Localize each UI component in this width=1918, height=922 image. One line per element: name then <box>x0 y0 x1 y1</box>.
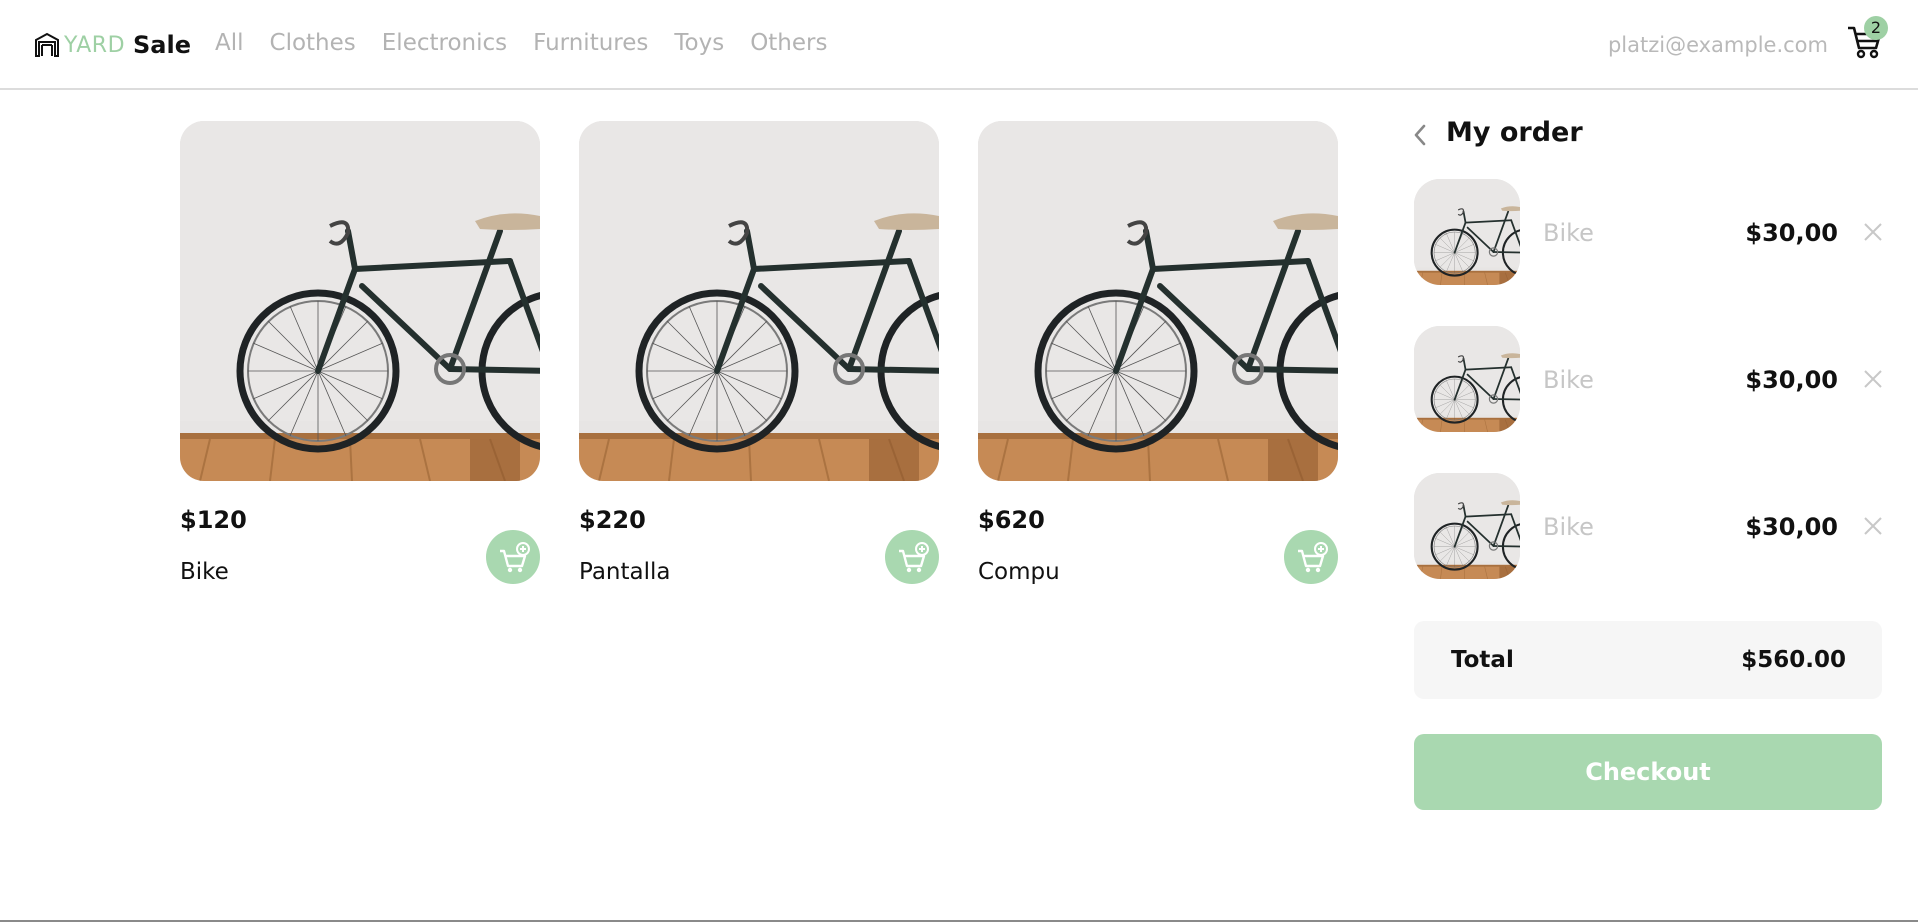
product-price: $120 <box>180 506 247 534</box>
chevron-left-icon[interactable] <box>1410 122 1430 148</box>
order-item: Bike $30,00 <box>1414 473 1884 579</box>
add-to-cart-button[interactable] <box>885 530 939 584</box>
product-card: $120 Bike <box>180 121 540 591</box>
order-item-price: $30,00 <box>1745 219 1838 247</box>
order-item-thumbnail <box>1414 326 1520 432</box>
cart-count-badge: 2 <box>1864 16 1888 40</box>
order-item-price: $30,00 <box>1745 366 1838 394</box>
add-to-cart-button[interactable] <box>486 530 540 584</box>
user-email[interactable]: platzi@example.com <box>1608 33 1828 57</box>
product-price: $620 <box>978 506 1045 534</box>
add-to-cart-button[interactable] <box>1284 530 1338 584</box>
add-to-cart-icon <box>1298 542 1328 573</box>
product-name: Pantalla <box>579 559 671 585</box>
logo[interactable]: YARD Sale <box>34 30 191 60</box>
product-card: $620 Compu <box>978 121 1338 591</box>
nav-link-clothes[interactable]: Clothes <box>270 30 356 56</box>
order-item-thumbnail <box>1414 179 1520 285</box>
nav-link-others[interactable]: Others <box>750 30 827 56</box>
add-to-cart-icon <box>899 542 929 573</box>
category-nav: All Clothes Electronics Furnitures Toys … <box>215 30 853 56</box>
logo-yard-text: YARD <box>64 32 126 58</box>
order-item: Bike $30,00 <box>1414 179 1884 285</box>
close-icon[interactable] <box>1862 515 1884 537</box>
product-card: $220 Pantalla <box>579 121 939 591</box>
nav-link-toys[interactable]: Toys <box>674 30 724 56</box>
garage-icon <box>35 32 59 57</box>
product-image[interactable] <box>180 121 540 481</box>
order-title: My order <box>1446 117 1583 148</box>
order-item-name: Bike <box>1543 513 1594 541</box>
product-price: $220 <box>579 506 646 534</box>
logo-sale-text: Sale <box>133 31 191 59</box>
cart-button[interactable]: 2 <box>1846 16 1888 60</box>
nav-link-electronics[interactable]: Electronics <box>382 30 507 56</box>
nav-link-all[interactable]: All <box>215 30 244 56</box>
order-item: Bike $30,00 <box>1414 326 1884 432</box>
product-name: Compu <box>978 559 1060 585</box>
total-value: $560.00 <box>1741 647 1846 673</box>
product-image[interactable] <box>978 121 1338 481</box>
close-icon[interactable] <box>1862 221 1884 243</box>
order-item-name: Bike <box>1543 219 1594 247</box>
total-label: Total <box>1451 647 1514 673</box>
nav-link-furnitures[interactable]: Furnitures <box>533 30 648 56</box>
add-to-cart-icon <box>500 542 530 573</box>
order-item-price: $30,00 <box>1745 513 1838 541</box>
checkout-button[interactable]: Checkout <box>1414 734 1882 810</box>
order-item-name: Bike <box>1543 366 1594 394</box>
product-image[interactable] <box>579 121 939 481</box>
order-item-thumbnail <box>1414 473 1520 579</box>
order-total: Total $560.00 <box>1414 621 1882 699</box>
navbar: YARD Sale All Clothes Electronics Furnit… <box>0 0 1918 90</box>
product-name: Bike <box>180 559 229 585</box>
close-icon[interactable] <box>1862 368 1884 390</box>
